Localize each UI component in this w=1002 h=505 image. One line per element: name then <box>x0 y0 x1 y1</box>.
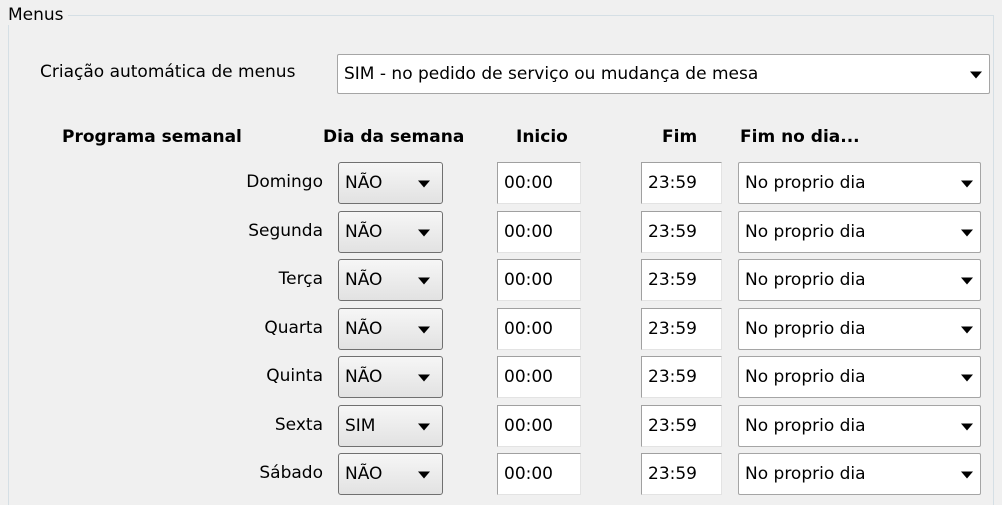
start-time-input[interactable]: 00:00 <box>497 405 581 447</box>
end-day-value: No proprio dia <box>745 416 866 436</box>
header-fim: Fim <box>662 127 698 147</box>
end-time-input[interactable]: 23:59 <box>641 308 722 350</box>
header-programa: Programa semanal <box>62 127 242 147</box>
start-time-input[interactable]: 00:00 <box>497 308 581 350</box>
end-day-value: No proprio dia <box>745 367 866 387</box>
end-day-value: No proprio dia <box>745 464 866 484</box>
day-enabled-value: NÃO <box>345 319 383 339</box>
day-label: Terça <box>278 269 323 289</box>
day-enabled-select[interactable]: NÃO <box>338 453 443 495</box>
day-label: Quarta <box>264 318 323 338</box>
chevron-down-icon <box>961 277 973 285</box>
start-time-input[interactable]: 00:00 <box>497 211 581 253</box>
chevron-down-icon <box>418 180 430 188</box>
end-day-select[interactable]: No proprio dia <box>738 405 981 447</box>
day-label: Quinta <box>266 366 323 386</box>
end-day-select[interactable]: No proprio dia <box>738 162 981 204</box>
group-title: Menus <box>4 5 68 25</box>
end-time-input[interactable]: 23:59 <box>641 405 722 447</box>
end-time-input[interactable]: 23:59 <box>641 162 722 204</box>
start-time-input[interactable]: 00:00 <box>497 162 581 204</box>
chevron-down-icon <box>961 423 973 431</box>
start-time-input[interactable]: 00:00 <box>497 259 581 301</box>
day-enabled-select[interactable]: NÃO <box>338 211 443 253</box>
chevron-down-icon <box>961 374 973 382</box>
auto-menu-label: Criação automática de menus <box>40 62 296 82</box>
day-enabled-value: NÃO <box>345 222 383 242</box>
end-day-value: No proprio dia <box>745 319 866 339</box>
chevron-down-icon <box>418 374 430 382</box>
chevron-down-icon <box>418 423 430 431</box>
end-time-input[interactable]: 23:59 <box>641 211 722 253</box>
chevron-down-icon <box>418 277 430 285</box>
day-enabled-select[interactable]: NÃO <box>338 162 443 204</box>
auto-menu-select[interactable]: SIM - no pedido de serviço ou mudança de… <box>337 54 990 94</box>
end-day-select[interactable]: No proprio dia <box>738 259 981 301</box>
start-time-input[interactable]: 00:00 <box>497 356 581 398</box>
day-label: Segunda <box>248 221 323 241</box>
chevron-down-icon <box>961 326 973 334</box>
end-day-value: No proprio dia <box>745 222 866 242</box>
header-inicio: Inicio <box>516 127 568 147</box>
end-time-input[interactable]: 23:59 <box>641 259 722 301</box>
day-enabled-value: NÃO <box>345 464 383 484</box>
day-enabled-select[interactable]: NÃO <box>338 259 443 301</box>
day-label: Sexta <box>274 415 323 435</box>
day-label: Sábado <box>259 463 323 483</box>
chevron-down-icon <box>961 471 973 479</box>
header-fim-dia: Fim no dia... <box>740 127 860 147</box>
end-day-value: No proprio dia <box>745 270 866 290</box>
end-time-input[interactable]: 23:59 <box>641 356 722 398</box>
day-enabled-select[interactable]: SIM <box>338 405 443 447</box>
end-day-select[interactable]: No proprio dia <box>738 356 981 398</box>
end-day-select[interactable]: No proprio dia <box>738 211 981 253</box>
chevron-down-icon <box>418 326 430 334</box>
chevron-down-icon <box>418 229 430 237</box>
end-day-select[interactable]: No proprio dia <box>738 453 981 495</box>
day-enabled-select[interactable]: NÃO <box>338 356 443 398</box>
end-time-input[interactable]: 23:59 <box>641 453 722 495</box>
chevron-down-icon <box>418 471 430 479</box>
end-day-select[interactable]: No proprio dia <box>738 308 981 350</box>
end-day-value: No proprio dia <box>745 173 866 193</box>
auto-menu-value: SIM - no pedido de serviço ou mudança de… <box>344 64 759 84</box>
day-enabled-value: NÃO <box>345 367 383 387</box>
start-time-input[interactable]: 00:00 <box>497 453 581 495</box>
day-enabled-value: NÃO <box>345 173 383 193</box>
day-enabled-select[interactable]: NÃO <box>338 308 443 350</box>
chevron-down-icon <box>970 71 982 79</box>
day-label: Domingo <box>246 172 323 192</box>
chevron-down-icon <box>961 229 973 237</box>
chevron-down-icon <box>961 180 973 188</box>
day-enabled-value: NÃO <box>345 270 383 290</box>
day-enabled-value: SIM <box>345 416 376 436</box>
header-dia: Dia da semana <box>323 127 465 147</box>
